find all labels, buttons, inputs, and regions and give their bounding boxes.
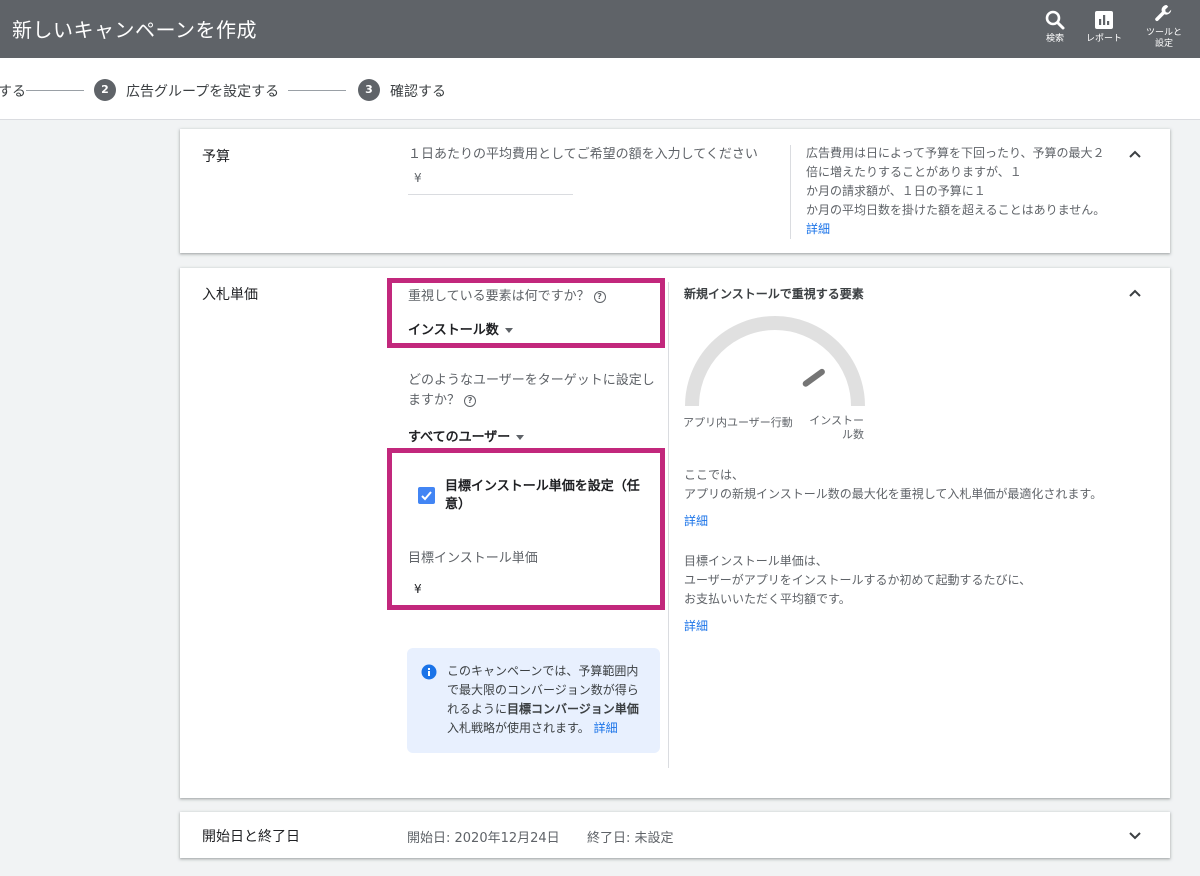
step-1-label[interactable]: する: [0, 81, 26, 101]
page-title: 新しいキャンペーンを作成: [12, 18, 257, 42]
top-app-bar: 新しいキャンペーンを作成 検索 レポート ツールと 設定: [0, 0, 1200, 58]
step-connector: [288, 90, 346, 91]
help-line: 倍に増えたりすることがありますが、１: [806, 165, 1022, 179]
budget-input[interactable]: ¥: [408, 169, 573, 195]
bar-chart-icon: [1095, 11, 1113, 29]
right-desc-1: ここでは、 アプリの新規インストール数の最大化を重視して入札単価が最適化されます…: [684, 466, 1102, 531]
start-date: 開始日: 2020年12月24日: [407, 831, 560, 846]
budget-help-link[interactable]: 詳細: [806, 220, 1105, 239]
help-line: か月の平均日数を掛けた額を超えることはありません。: [806, 203, 1106, 217]
gauge-right-label: インストー ル数: [809, 414, 864, 441]
chevron-up-icon[interactable]: [1126, 285, 1144, 303]
budget-section: 予算 １日あたりの平均費用としてご希望の額を入力してください ¥ 広告費用は日に…: [180, 129, 1170, 253]
caret-down-icon: [516, 435, 525, 440]
tools-label-line2: 設定: [1154, 39, 1173, 49]
target-question: どのようなユーザーをターゲットに設定し ますか？?: [408, 371, 655, 411]
priority-gauge: [685, 316, 865, 407]
budget-prompt: １日あたりの平均費用としてご希望の額を入力してください: [408, 147, 758, 162]
info-text: このキャンペーンでは、予算範囲内 で最大限のコンバージョン数が得ら れるように目…: [447, 664, 639, 735]
highlight-target-cpi: [387, 448, 665, 610]
info-icon: [421, 664, 437, 680]
info-box: このキャンペーンでは、予算範囲内 で最大限のコンバージョン数が得ら れるように目…: [407, 648, 660, 753]
gauge-track: [685, 316, 865, 407]
tools-settings-button[interactable]: ツールと 設定: [1132, 2, 1196, 50]
chevron-down-icon[interactable]: [1126, 826, 1144, 844]
end-date: 終了日: 未設定: [587, 831, 674, 846]
divider: [790, 145, 791, 239]
highlight-focus: [387, 278, 665, 348]
budget-help: 広告費用は日によって予算を下回ったり、予算の最大２ 倍に増えたりすることがありま…: [806, 144, 1105, 239]
campaign-stepper: する 2 広告グループを設定する 3 確認する: [0, 58, 1200, 120]
report-label: レポート: [1085, 34, 1122, 44]
desc2-link[interactable]: 詳細: [684, 617, 1031, 636]
search-icon: [1045, 10, 1065, 30]
divider: [668, 282, 669, 768]
target-question-line: ますか？?: [408, 391, 655, 411]
tools-label-line1: ツールと: [1145, 28, 1182, 38]
info-link[interactable]: 詳細: [594, 721, 618, 735]
step-2-label[interactable]: 広告グループを設定する: [126, 81, 279, 101]
step-2-number: 2: [94, 79, 116, 101]
gauge-left-label: アプリ内ユーザー行動: [683, 416, 793, 429]
bidding-title: 入札単価: [202, 287, 258, 303]
currency-symbol: ¥: [414, 171, 422, 185]
dates-section: 開始日と終了日 開始日: 2020年12月24日 終了日: 未設定: [180, 812, 1170, 858]
budget-title: 予算: [202, 149, 230, 165]
step-3-number: 3: [358, 79, 380, 101]
wrench-icon: [1155, 5, 1172, 22]
bidding-section: 入札単価 重視している要素は何ですか？? インストール数 どのようなユーザーをタ…: [180, 268, 1170, 798]
report-button[interactable]: レポート: [1072, 8, 1136, 45]
dates-title: 開始日と終了日: [202, 829, 300, 845]
gauge-needle: [802, 368, 825, 387]
right-desc-2: 目標インストール単価は、 ユーザーがアプリをインストールするか初めて起動するたび…: [684, 552, 1031, 636]
target-question-line: どのようなユーザーをターゲットに設定し: [408, 373, 655, 388]
target-dropdown-value: すべてのユーザー: [408, 430, 511, 445]
help-circle-icon[interactable]: ?: [464, 395, 477, 407]
right-panel-title: 新規インストールで重視する要素: [684, 287, 864, 301]
step-connector: [26, 90, 84, 91]
target-dropdown[interactable]: すべてのユーザー: [408, 426, 525, 445]
help-line: 広告費用は日によって予算を下回ったり、予算の最大２: [806, 146, 1105, 160]
chevron-up-icon[interactable]: [1126, 146, 1144, 164]
help-line: か月の請求額が、１日の予算に１: [806, 184, 986, 198]
desc1-link[interactable]: 詳細: [684, 512, 1102, 531]
step-3-label[interactable]: 確認する: [390, 81, 446, 101]
